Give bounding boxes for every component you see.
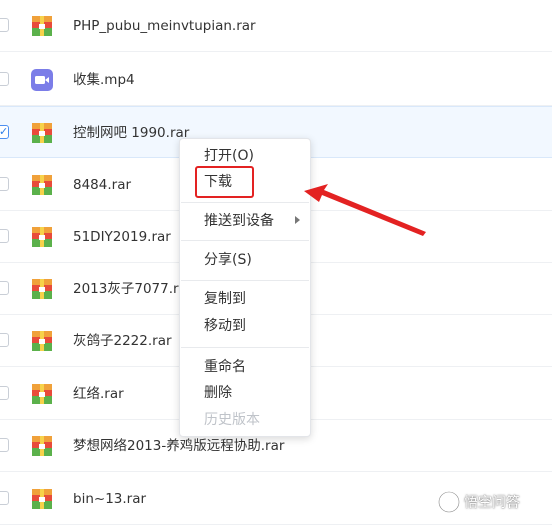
- row-checkbox[interactable]: [0, 72, 9, 86]
- archive-icon: [32, 436, 52, 456]
- row-checkbox[interactable]: [0, 229, 9, 243]
- menu-separator: [181, 280, 309, 281]
- file-name[interactable]: 红络.rar: [73, 385, 124, 403]
- file-row[interactable]: 收集.mp4: [0, 54, 552, 106]
- menu-item-history: 历史版本: [204, 412, 260, 428]
- menu-item-share[interactable]: 分享(S): [204, 251, 252, 269]
- file-name[interactable]: 梦想网络2013-养鸡版远程协助.rar: [73, 437, 284, 455]
- row-checkbox[interactable]: [0, 281, 9, 295]
- menu-item-rename[interactable]: 重命名: [204, 358, 246, 376]
- watermark-text: 悟空问答: [464, 495, 520, 511]
- row-checkbox[interactable]: [0, 491, 9, 505]
- archive-icon: [32, 489, 52, 509]
- file-row[interactable]: PHP_pubu_meinvtupian.rar: [0, 0, 552, 52]
- row-checkbox[interactable]: [0, 333, 9, 347]
- menu-item-copy-to[interactable]: 复制到: [204, 290, 246, 308]
- watermark-logo-icon: [438, 491, 460, 513]
- file-name[interactable]: 控制网吧 1990.rar: [73, 124, 189, 142]
- menu-item-delete[interactable]: 删除: [204, 384, 232, 402]
- archive-icon: [32, 331, 52, 351]
- menu-item-open[interactable]: 打开(O): [204, 147, 254, 165]
- video-icon: [31, 69, 53, 91]
- archive-icon: [32, 123, 52, 143]
- archive-icon: [32, 227, 52, 247]
- file-name[interactable]: 2013灰子7077.rar: [73, 280, 192, 298]
- file-name[interactable]: 51DIY2019.rar: [73, 228, 171, 246]
- menu-separator: [181, 202, 309, 203]
- file-name[interactable]: PHP_pubu_meinvtupian.rar: [73, 17, 256, 35]
- menu-item-move-to[interactable]: 移动到: [204, 317, 246, 335]
- archive-icon: [32, 279, 52, 299]
- row-checkbox[interactable]: [0, 386, 9, 400]
- row-checkbox[interactable]: [0, 177, 9, 191]
- row-checkbox-checked[interactable]: ✓: [0, 125, 9, 139]
- file-name[interactable]: bin~13.rar: [73, 490, 146, 508]
- watermark: 悟空问答: [438, 488, 520, 516]
- file-name[interactable]: 8484.rar: [73, 176, 131, 194]
- menu-separator: [181, 347, 309, 348]
- check-icon: ✓: [0, 125, 9, 138]
- annotation-arrow: [304, 184, 426, 236]
- archive-icon: [32, 175, 52, 195]
- menu-separator: [181, 240, 309, 241]
- archive-icon: [32, 384, 52, 404]
- download-highlight-box: [195, 166, 254, 198]
- archive-icon: [32, 16, 52, 36]
- menu-item-push-to-device[interactable]: 推送到设备: [204, 212, 274, 230]
- file-name[interactable]: 收集.mp4: [73, 71, 135, 89]
- file-name[interactable]: 灰鸽子2222.rar: [73, 332, 172, 350]
- row-checkbox[interactable]: [0, 438, 9, 452]
- row-checkbox[interactable]: [0, 18, 9, 32]
